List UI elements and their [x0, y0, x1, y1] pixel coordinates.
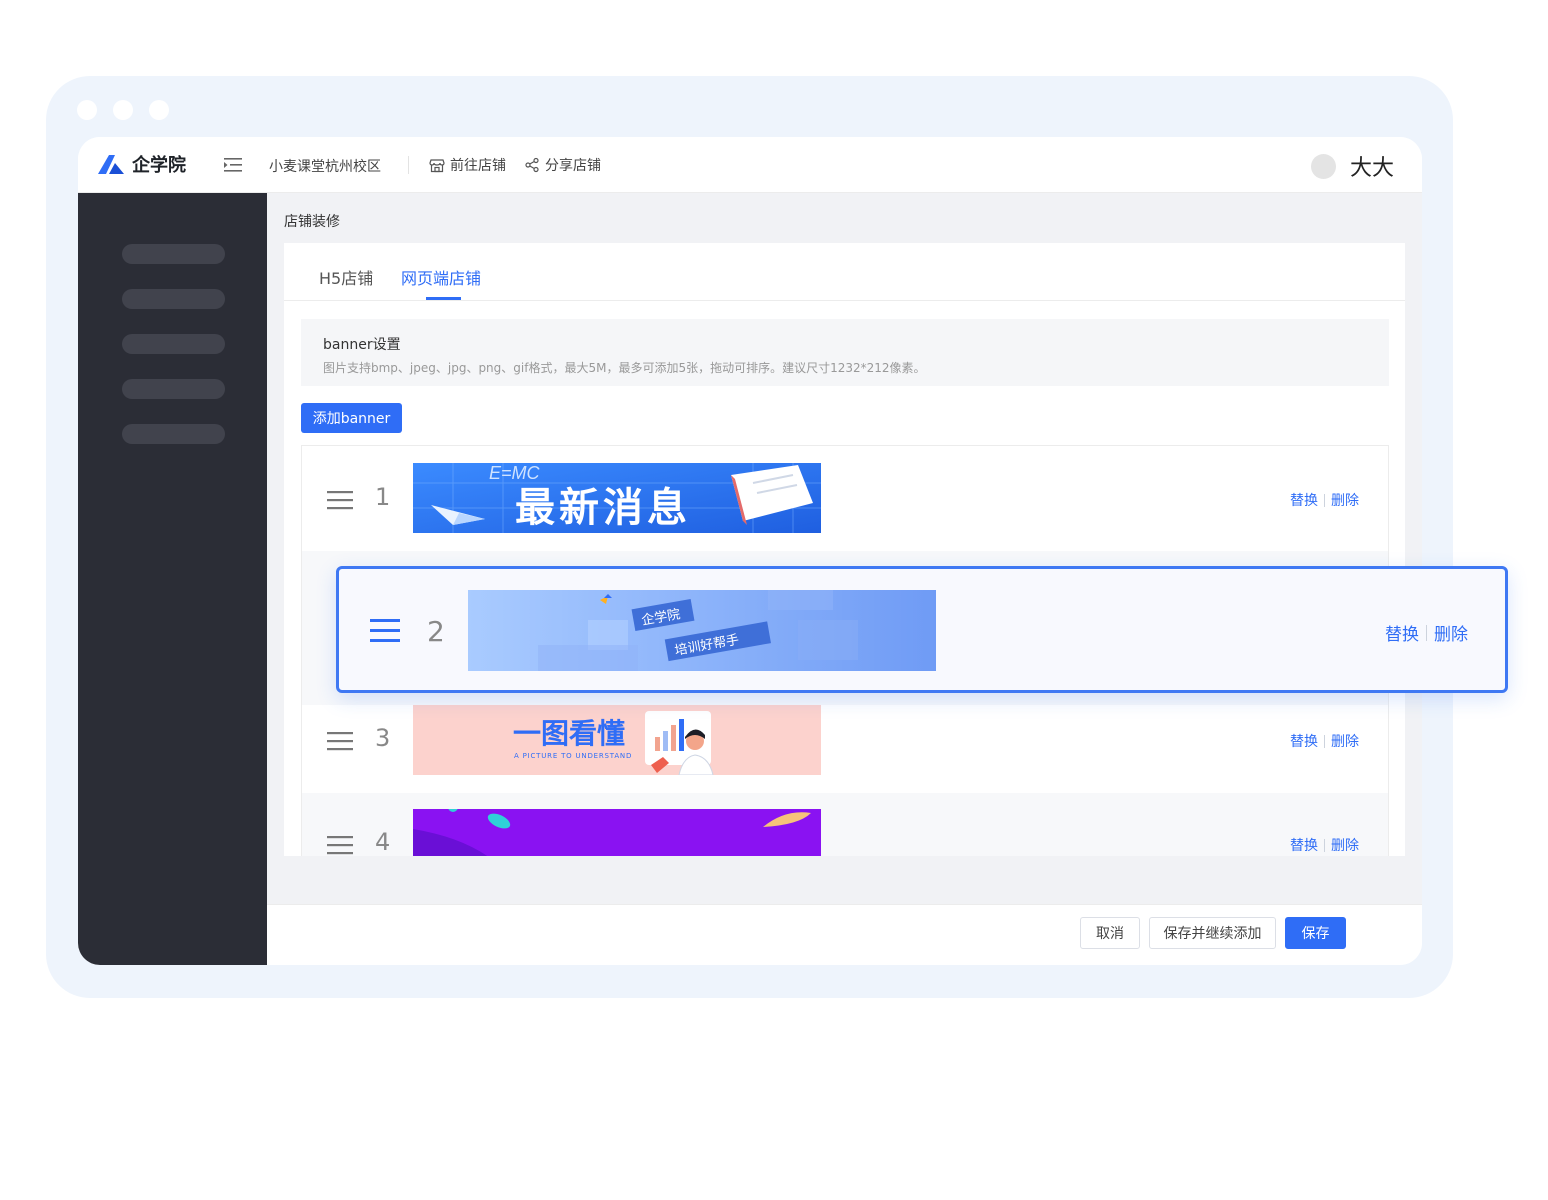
- banner-headline: 一图看懂: [513, 717, 625, 750]
- app-window: 企学院 小麦课堂杭州校区 前往店铺 分享店铺 大大 店铺装修 H5店铺 网页端店…: [78, 137, 1422, 965]
- row-actions: 替换 删除: [1290, 490, 1359, 510]
- banner-thumbnail[interactable]: E=MC 最新消息: [413, 463, 821, 533]
- delete-link[interactable]: 删除: [1331, 490, 1359, 510]
- sidebar: [78, 193, 267, 965]
- sidebar-item[interactable]: [122, 334, 225, 354]
- save-and-continue-button[interactable]: 保存并继续添加: [1149, 917, 1276, 949]
- banner-headline: 最新消息: [515, 485, 691, 531]
- banner-settings-description: 图片支持bmp、jpeg、jpg、png、gif格式，最大5M，最多可添加5张，…: [323, 361, 926, 375]
- share-store-label: 分享店铺: [545, 158, 601, 174]
- go-to-store-label: 前往店铺: [450, 158, 506, 174]
- banner-info-box: banner设置 图片支持bmp、jpeg、jpg、png、gif格式，最大5M…: [301, 319, 1389, 386]
- replace-link[interactable]: 替换: [1290, 835, 1318, 855]
- avatar[interactable]: [1311, 154, 1336, 179]
- drag-handle-icon[interactable]: [327, 835, 353, 855]
- menu-fold-icon[interactable]: [224, 157, 242, 173]
- banner-thumbnail[interactable]: 一图看懂 A PICTURE TO UNDERSTAND: [413, 705, 821, 775]
- banner-index: 2: [427, 615, 445, 648]
- window-dot: [113, 100, 133, 120]
- delete-link[interactable]: 删除: [1331, 731, 1359, 751]
- drag-handle-icon[interactable]: [370, 618, 400, 643]
- window-dot: [149, 100, 169, 120]
- top-bar: 企学院 小麦课堂杭州校区 前往店铺 分享店铺 大大: [78, 137, 1422, 193]
- action-divider: [1324, 838, 1325, 852]
- tab-active-indicator: [426, 297, 461, 300]
- footer-bar: 取消 保存并继续添加 保存: [267, 904, 1422, 965]
- add-banner-button[interactable]: 添加banner: [301, 403, 402, 433]
- replace-link[interactable]: 替换: [1385, 620, 1419, 645]
- tab-h5-store[interactable]: H5店铺: [319, 265, 373, 289]
- action-divider: [1324, 493, 1325, 507]
- formula-text: E=MC: [489, 463, 541, 483]
- banner-row[interactable]: 3 一图看懂 A PICTURE TO UNDERSTAND 替换 删除: [302, 705, 1388, 807]
- banner-thumbnail[interactable]: [413, 809, 821, 856]
- banner-row[interactable]: 4 替换 删除: [302, 793, 1388, 856]
- row-actions: 替换 删除: [1290, 835, 1359, 855]
- replace-link[interactable]: 替换: [1290, 490, 1318, 510]
- username[interactable]: 大大: [1350, 150, 1394, 182]
- drag-handle-icon[interactable]: [327, 731, 353, 751]
- action-divider: [1426, 624, 1427, 641]
- replace-link[interactable]: 替换: [1290, 731, 1318, 751]
- page-title: 店铺装修: [284, 214, 340, 230]
- save-button[interactable]: 保存: [1285, 917, 1346, 949]
- school-name[interactable]: 小麦课堂杭州校区: [269, 156, 381, 176]
- brand-name: 企学院: [132, 155, 186, 176]
- go-to-store-link[interactable]: 前往店铺: [429, 155, 506, 175]
- share-icon: [525, 157, 539, 173]
- store-icon: [429, 159, 445, 173]
- editor-card: H5店铺 网页端店铺 banner设置 图片支持bmp、jpeg、jpg、png…: [284, 243, 1405, 856]
- banner-index: 4: [375, 828, 391, 856]
- sidebar-item[interactable]: [122, 289, 225, 309]
- action-divider: [1324, 734, 1325, 748]
- row-actions: 替换 删除: [1290, 731, 1359, 751]
- brand[interactable]: 企学院: [96, 151, 186, 177]
- tab-web-store[interactable]: 网页端店铺: [401, 265, 481, 289]
- cancel-button[interactable]: 取消: [1080, 917, 1140, 949]
- sidebar-item[interactable]: [122, 424, 225, 444]
- sidebar-item[interactable]: [122, 379, 225, 399]
- row-actions: 替换 删除: [1385, 620, 1468, 645]
- drag-handle-icon[interactable]: [327, 490, 353, 510]
- banner-row-dragging[interactable]: 2 企学院 培训好帮手 替换 删除: [336, 566, 1508, 693]
- window-dot: [77, 100, 97, 120]
- banner-settings-title: banner设置: [323, 337, 401, 353]
- delete-link[interactable]: 删除: [1434, 620, 1468, 645]
- banner-thumbnail[interactable]: 企学院 培训好帮手: [468, 590, 936, 671]
- banner-subline: A PICTURE TO UNDERSTAND: [514, 752, 632, 760]
- tab-bar: H5店铺 网页端店铺: [284, 243, 1405, 301]
- sidebar-item[interactable]: [122, 244, 225, 264]
- banner-index: 1: [375, 483, 391, 511]
- share-store-link[interactable]: 分享店铺: [524, 155, 601, 175]
- banner-row[interactable]: 1 E=MC 最新消息 替换 删除: [302, 446, 1388, 548]
- brand-logo-icon: [98, 155, 124, 174]
- banner-index: 3: [375, 724, 391, 752]
- delete-link[interactable]: 删除: [1331, 835, 1359, 855]
- divider: [408, 156, 409, 174]
